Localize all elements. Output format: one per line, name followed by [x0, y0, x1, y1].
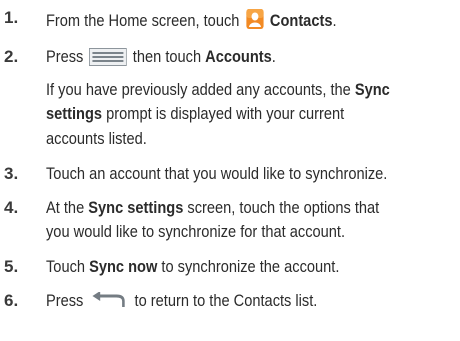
note-text: prompt is displayed with your current: [106, 104, 345, 123]
step-2-note-line-2: settings prompt is displayed with your c…: [46, 104, 344, 123]
step-text: to synchronize the account.: [161, 257, 340, 276]
step-number: 4.: [4, 198, 19, 217]
note-text: If you have previously added any account…: [46, 80, 351, 99]
menu-key-icon: [89, 48, 128, 70]
step-text: you would like to synchronize for that a…: [46, 222, 346, 241]
contacts-app-icon: [245, 8, 264, 34]
step-text: then touch: [132, 47, 202, 66]
contacts-label: Contacts: [269, 11, 333, 30]
note-text: accounts listed.: [46, 129, 147, 148]
step-text: Touch: [46, 257, 86, 276]
step-1-text: From the Home screen, touch Contacts.: [46, 8, 337, 34]
step-3-text: Touch an account that you would like to …: [46, 164, 387, 183]
step-2-text: Press then touch Accounts.: [46, 47, 276, 70]
back-key-icon: [89, 291, 129, 314]
step-4-text-line-2: you would like to synchronize for that a…: [46, 222, 345, 241]
step-number: 5.: [4, 257, 19, 276]
step-5-text: Touch Sync now to synchronize the accoun…: [46, 257, 339, 276]
step-text: screen, touch the options that: [187, 198, 380, 217]
step-number: 1.: [4, 8, 19, 27]
step-text: At the: [46, 198, 85, 217]
step-number: 2.: [4, 47, 19, 66]
step-6-text: Press to return to the Contacts list.: [46, 291, 317, 314]
step-text: From the Home screen, touch: [46, 11, 240, 30]
step-text: to return to the Contacts list.: [134, 291, 318, 310]
sync-now-label: Sync now: [89, 257, 158, 276]
sync-settings-label: Sync settings: [88, 198, 184, 217]
punctuation: .: [271, 47, 276, 66]
step-2-note-line-3: accounts listed.: [46, 129, 147, 148]
page: { "steps": [ { "number": "1.", "lines": …: [0, 0, 460, 341]
punctuation: .: [332, 11, 337, 30]
step-4-text-line-1: At the Sync settings screen, touch the o…: [46, 198, 379, 217]
step-text: Press: [46, 291, 84, 310]
step-text: Press: [46, 47, 84, 66]
step-number: 6.: [4, 291, 19, 310]
sync-label: Sync: [354, 80, 390, 99]
step-2-note-line-1: If you have previously added any account…: [46, 80, 390, 99]
step-text: Touch an account that you would like to …: [46, 164, 388, 183]
settings-label: settings: [46, 104, 103, 123]
step-number: 3.: [4, 164, 19, 183]
accounts-label: Accounts: [205, 47, 272, 66]
